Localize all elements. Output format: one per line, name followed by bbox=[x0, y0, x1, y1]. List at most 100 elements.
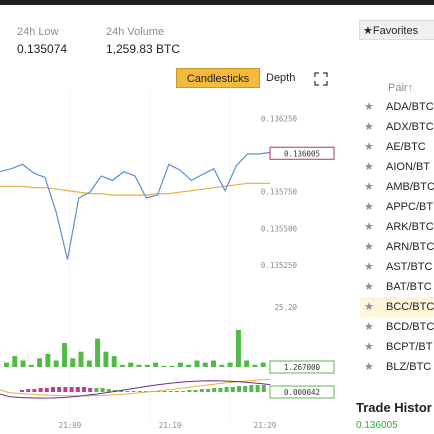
indicator-panel: 0.000042 bbox=[0, 378, 335, 399]
pair-row[interactable]: ★ ADX/BTC bbox=[360, 117, 434, 137]
indicator-bar bbox=[175, 391, 179, 392]
indicator-bar bbox=[199, 389, 204, 392]
pair-row[interactable]: ★ BCPT/BT bbox=[360, 337, 434, 357]
favorites-button[interactable]: ★Favorites bbox=[359, 20, 434, 40]
pair-row[interactable]: ★ BLZ/BTC bbox=[360, 357, 434, 377]
indicator-bar bbox=[69, 387, 74, 392]
star-icon[interactable]: ★ bbox=[364, 237, 374, 257]
star-icon[interactable]: ★ bbox=[364, 97, 374, 117]
indicator-bar bbox=[125, 391, 130, 392]
star-icon[interactable]: ★ bbox=[364, 177, 374, 197]
star-icon[interactable]: ★ bbox=[364, 337, 374, 357]
pair-row[interactable]: ★ BAT/BTC bbox=[360, 277, 434, 297]
indicator-bar bbox=[51, 387, 55, 392]
pair-row[interactable]: ★ ARN/BTC bbox=[360, 237, 434, 257]
star-icon[interactable]: ★ bbox=[364, 117, 374, 137]
indicator-bar bbox=[88, 388, 93, 392]
volume-bar bbox=[103, 351, 109, 367]
favorites-label: Favorites bbox=[372, 25, 419, 37]
indicator-tag-text: 0.000042 bbox=[284, 388, 320, 397]
indicator-bar bbox=[32, 389, 37, 392]
pair-row[interactable]: ★ ADA/BTC bbox=[360, 97, 434, 117]
pair-row[interactable]: ★ BCD/BTC bbox=[360, 317, 434, 337]
pair-column-header[interactable]: Pair↑ bbox=[388, 82, 413, 94]
indicator-bar bbox=[26, 389, 31, 392]
volume-bar bbox=[161, 365, 167, 367]
volume-bar bbox=[119, 364, 125, 367]
stat-24h-low: 24h Low 0.135074 bbox=[17, 26, 67, 56]
volume-bar bbox=[37, 358, 43, 367]
pair-row[interactable]: ★ AION/BT bbox=[360, 157, 434, 177]
indicator-bar bbox=[63, 387, 68, 392]
pair-row[interactable]: ★ BCC/BTC bbox=[360, 297, 434, 317]
time-axis: 21:09 21:19 21:29 bbox=[59, 421, 277, 430]
price-tick-label: 0.135750 bbox=[261, 188, 298, 197]
indicator-bar bbox=[94, 388, 99, 392]
price-tick-label: 0.136250 bbox=[261, 114, 298, 123]
star-icon[interactable]: ★ bbox=[364, 217, 374, 237]
price-tick-label: 0.135500 bbox=[261, 224, 298, 233]
star-icon[interactable]: ★ bbox=[364, 257, 374, 277]
indicator-bar bbox=[230, 387, 235, 392]
indicator-bar bbox=[100, 388, 105, 392]
star-icon[interactable]: ★ bbox=[364, 357, 374, 377]
volume-bar bbox=[4, 362, 9, 367]
volume-bar bbox=[227, 362, 233, 367]
volume-bar bbox=[177, 362, 183, 367]
star-icon[interactable]: ★ bbox=[364, 297, 374, 317]
volume-bar bbox=[62, 343, 67, 367]
price-chart[interactable]: 0.136250 0.135750 0.135500 0.135250 25.20 1.… bbox=[0, 90, 360, 434]
star-icon[interactable]: ★ bbox=[364, 317, 374, 337]
volume-bar bbox=[219, 364, 225, 367]
pair-name: BCPT/BT bbox=[386, 341, 433, 353]
pair-name: BLZ/BTC bbox=[386, 361, 432, 373]
pair-name: ADA/BTC bbox=[386, 101, 434, 113]
volume-bar bbox=[136, 364, 142, 367]
volume-bar bbox=[111, 356, 117, 367]
indicator-bar bbox=[249, 385, 254, 392]
time-tick-label: 21:19 bbox=[159, 421, 182, 430]
star-icon[interactable]: ★ bbox=[364, 277, 374, 297]
pair-row[interactable]: ★ AMB/BTC bbox=[360, 177, 434, 197]
volume-bar bbox=[169, 365, 175, 367]
top-bar bbox=[0, 0, 434, 5]
pair-name: AST/BTC bbox=[386, 261, 433, 273]
tab-candlesticks[interactable]: Candlesticks bbox=[176, 68, 260, 88]
indicator-bar bbox=[106, 389, 111, 392]
volume-bar bbox=[211, 360, 216, 367]
stat-24h-volume-label: 24h Volume bbox=[106, 26, 165, 38]
pair-row[interactable]: ★ AE/BTC bbox=[360, 137, 434, 157]
pair-name: AMB/BTC bbox=[386, 181, 434, 193]
volume-bar bbox=[86, 360, 92, 367]
price-axis: 0.136250 0.135750 0.135500 0.135250 bbox=[261, 114, 298, 270]
pair-name: ARK/BTC bbox=[386, 221, 434, 233]
tab-depth[interactable]: Depth bbox=[266, 68, 302, 88]
volume-bar bbox=[78, 351, 84, 367]
stat-24h-volume: 24h Volume 1,259.83 BTC bbox=[106, 26, 180, 56]
indicator-bar bbox=[193, 390, 198, 392]
current-price-tag-text: 0.136005 bbox=[284, 149, 320, 158]
pair-row[interactable]: ★ ARK/BTC bbox=[360, 217, 434, 237]
star-icon[interactable]: ★ bbox=[364, 137, 374, 157]
indicator-bar bbox=[243, 386, 248, 392]
pair-name: BCD/BTC bbox=[386, 321, 434, 333]
star-icon[interactable]: ★ bbox=[364, 197, 374, 217]
indicator-bar bbox=[218, 388, 223, 392]
star-icon[interactable]: ★ bbox=[364, 157, 374, 177]
pair-row[interactable]: ★ AST/BTC bbox=[360, 257, 434, 277]
pair-row[interactable]: ★ APPC/BT bbox=[360, 197, 434, 217]
expand-icon[interactable] bbox=[314, 72, 328, 86]
volume-bar bbox=[20, 360, 26, 367]
trade-history-first-price: 0.136005 bbox=[356, 420, 398, 431]
chart-grid bbox=[69, 90, 231, 420]
volume-tag-text: 1.267000 bbox=[284, 363, 321, 372]
indicator-bar bbox=[38, 388, 43, 392]
indicator-bar bbox=[20, 390, 24, 392]
indicator-bar bbox=[131, 391, 136, 392]
indicator-bar bbox=[237, 386, 241, 392]
volume-bar bbox=[53, 360, 59, 367]
volume-bar bbox=[244, 360, 250, 367]
pair-name: ADX/BTC bbox=[386, 121, 434, 133]
indicator-bar bbox=[255, 385, 260, 392]
pair-name: BAT/BTC bbox=[386, 281, 432, 293]
